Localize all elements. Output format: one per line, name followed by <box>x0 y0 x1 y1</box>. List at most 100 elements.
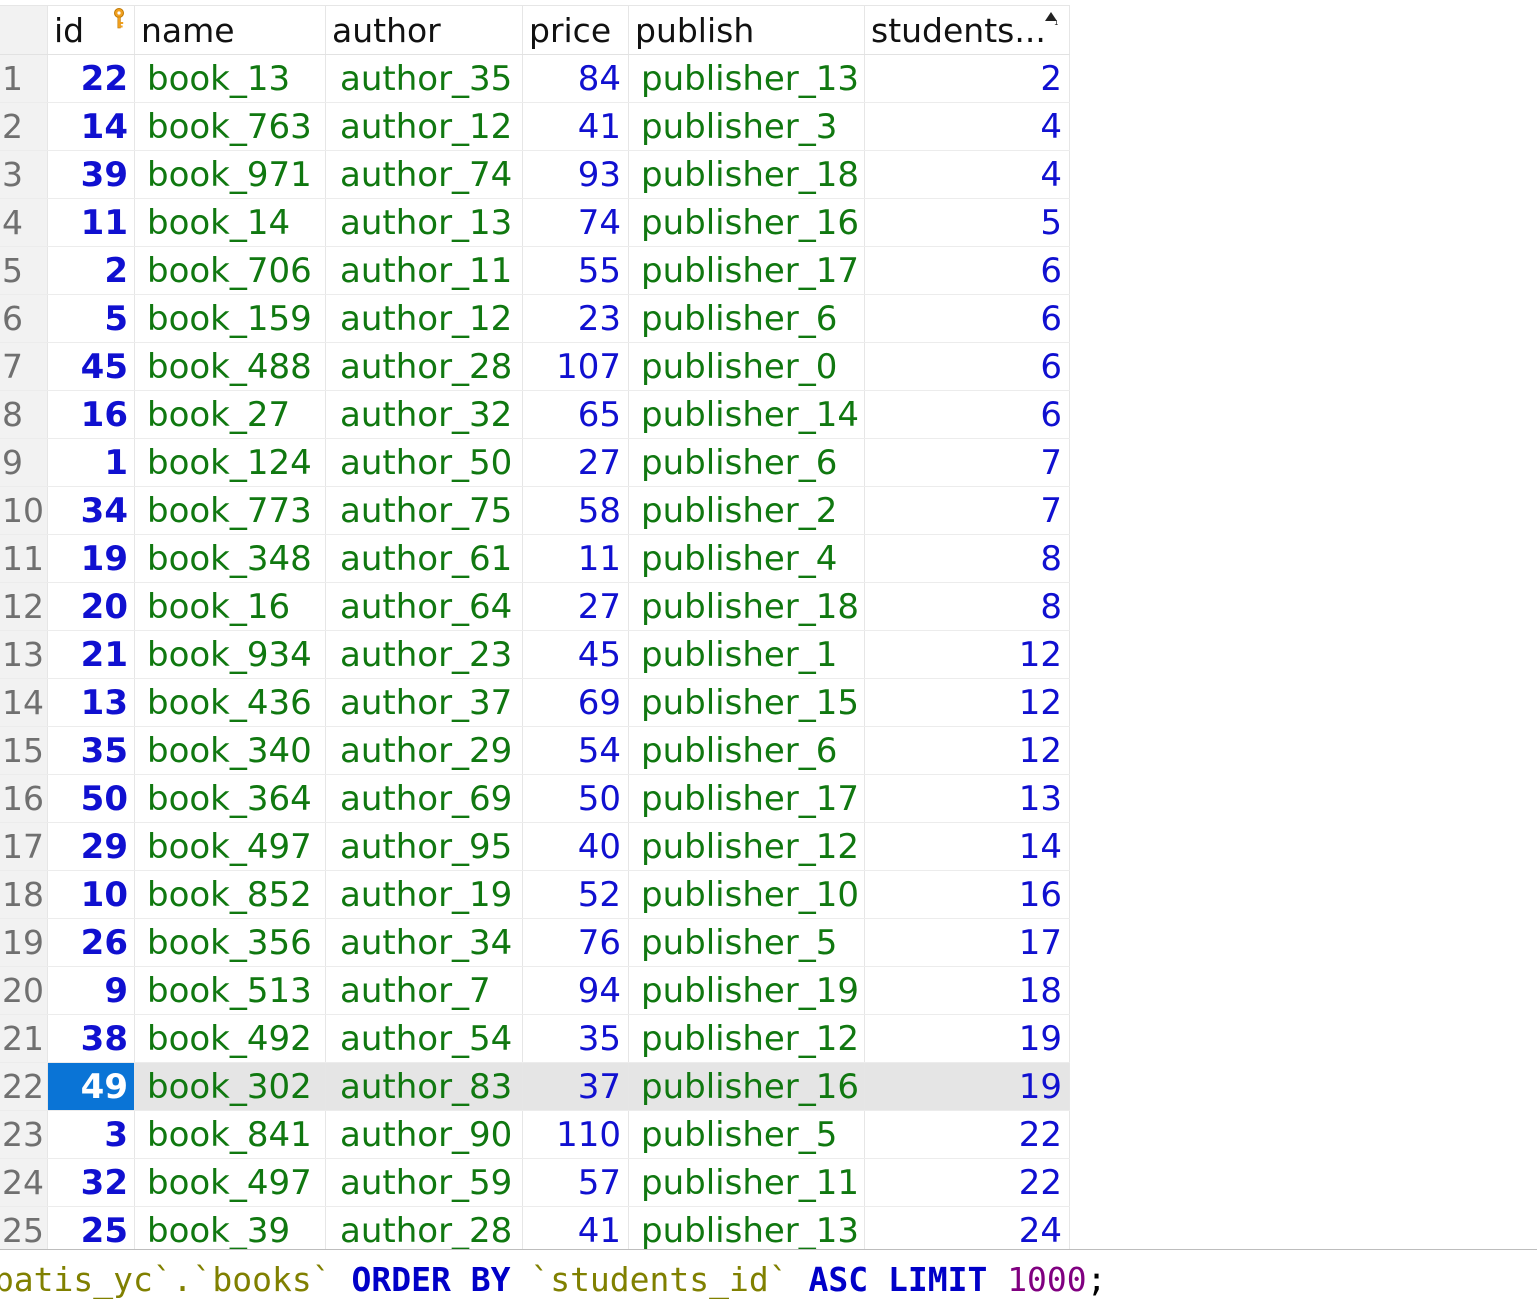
row-number[interactable]: 17 <box>0 823 48 870</box>
cell-price[interactable]: 45 <box>523 631 629 678</box>
cell-publish[interactable]: publisher_13 <box>629 55 865 102</box>
cell-id[interactable]: 38 <box>48 1015 135 1062</box>
cell-author[interactable]: author_83 <box>326 1063 523 1110</box>
cell-author[interactable]: author_95 <box>326 823 523 870</box>
row-number[interactable]: 24 <box>0 1159 48 1206</box>
sort-ascending-icon[interactable]: 1 <box>1043 10 1059 26</box>
cell-name[interactable]: book_124 <box>135 439 326 486</box>
row-number[interactable]: 4 <box>0 199 48 246</box>
cell-students[interactable]: 19 <box>865 1063 1070 1110</box>
cell-students[interactable]: 7 <box>865 439 1070 486</box>
cell-name[interactable]: book_934 <box>135 631 326 678</box>
table-row[interactable]: 17 29 book_497 author_95 40 publisher_12 14 <box>0 823 1070 871</box>
table-row[interactable]: 11 19 book_348 author_61 11 publisher_4 8 <box>0 535 1070 583</box>
cell-price[interactable]: 23 <box>523 295 629 342</box>
cell-author[interactable]: author_29 <box>326 727 523 774</box>
cell-name[interactable]: book_340 <box>135 727 326 774</box>
row-number[interactable]: 5 <box>0 247 48 294</box>
cell-name[interactable]: book_159 <box>135 295 326 342</box>
cell-id[interactable]: 39 <box>48 151 135 198</box>
cell-author[interactable]: author_75 <box>326 487 523 534</box>
table-row[interactable]: 1 22 book_13 author_35 84 publisher_13 2 <box>0 55 1070 103</box>
row-number[interactable]: 9 <box>0 439 48 486</box>
row-number-header[interactable] <box>0 6 48 54</box>
cell-publish[interactable]: publisher_18 <box>629 151 865 198</box>
cell-students[interactable]: 12 <box>865 631 1070 678</box>
table-row[interactable]: 16 50 book_364 author_69 50 publisher_17 13 <box>0 775 1070 823</box>
cell-author[interactable]: author_50 <box>326 439 523 486</box>
table-row[interactable]: 2 14 book_763 author_12 41 publisher_3 4 <box>0 103 1070 151</box>
cell-name[interactable]: book_706 <box>135 247 326 294</box>
cell-name[interactable]: book_356 <box>135 919 326 966</box>
column-header-id[interactable]: id <box>48 6 135 54</box>
cell-id[interactable]: 35 <box>48 727 135 774</box>
cell-price[interactable]: 84 <box>523 55 629 102</box>
table-row[interactable]: 3 39 book_971 author_74 93 publisher_18 4 <box>0 151 1070 199</box>
cell-author[interactable]: author_28 <box>326 1207 523 1254</box>
cell-publish[interactable]: publisher_10 <box>629 871 865 918</box>
cell-publish[interactable]: publisher_6 <box>629 727 865 774</box>
row-number[interactable]: 19 <box>0 919 48 966</box>
cell-price[interactable]: 27 <box>523 583 629 630</box>
cell-name[interactable]: book_436 <box>135 679 326 726</box>
row-number[interactable]: 20 <box>0 967 48 1014</box>
table-row[interactable]: 20 9 book_513 author_7 94 publisher_19 18 <box>0 967 1070 1015</box>
cell-id[interactable]: 21 <box>48 631 135 678</box>
cell-author[interactable]: author_19 <box>326 871 523 918</box>
cell-price[interactable]: 58 <box>523 487 629 534</box>
cell-author[interactable]: author_61 <box>326 535 523 582</box>
cell-publish[interactable]: publisher_12 <box>629 823 865 870</box>
row-number[interactable]: 3 <box>0 151 48 198</box>
cell-publish[interactable]: publisher_3 <box>629 103 865 150</box>
cell-price[interactable]: 40 <box>523 823 629 870</box>
cell-price[interactable]: 52 <box>523 871 629 918</box>
cell-id[interactable]: 50 <box>48 775 135 822</box>
cell-price[interactable]: 41 <box>523 103 629 150</box>
row-number[interactable]: 15 <box>0 727 48 774</box>
cell-publish[interactable]: publisher_0 <box>629 343 865 390</box>
cell-name[interactable]: book_763 <box>135 103 326 150</box>
row-number[interactable]: 18 <box>0 871 48 918</box>
cell-price[interactable]: 74 <box>523 199 629 246</box>
cell-name[interactable]: book_14 <box>135 199 326 246</box>
column-header-name[interactable]: name <box>135 6 326 54</box>
cell-author[interactable]: author_32 <box>326 391 523 438</box>
cell-id[interactable]: 13 <box>48 679 135 726</box>
cell-name[interactable]: book_852 <box>135 871 326 918</box>
cell-author[interactable]: author_28 <box>326 343 523 390</box>
cell-publish[interactable]: publisher_5 <box>629 919 865 966</box>
cell-publish[interactable]: publisher_14 <box>629 391 865 438</box>
cell-students[interactable]: 24 <box>865 1207 1070 1254</box>
cell-publish[interactable]: publisher_13 <box>629 1207 865 1254</box>
cell-id[interactable]: 45 <box>48 343 135 390</box>
cell-id[interactable]: 49 <box>48 1063 135 1110</box>
cell-publish[interactable]: publisher_18 <box>629 583 865 630</box>
cell-author[interactable]: author_59 <box>326 1159 523 1206</box>
cell-id[interactable]: 10 <box>48 871 135 918</box>
cell-author[interactable]: author_54 <box>326 1015 523 1062</box>
cell-students[interactable]: 19 <box>865 1015 1070 1062</box>
cell-id[interactable]: 1 <box>48 439 135 486</box>
cell-price[interactable]: 27 <box>523 439 629 486</box>
cell-price[interactable]: 35 <box>523 1015 629 1062</box>
cell-students[interactable]: 6 <box>865 343 1070 390</box>
table-row[interactable]: 9 1 book_124 author_50 27 publisher_6 7 <box>0 439 1070 487</box>
cell-price[interactable]: 76 <box>523 919 629 966</box>
cell-author[interactable]: author_34 <box>326 919 523 966</box>
cell-price[interactable]: 41 <box>523 1207 629 1254</box>
cell-id[interactable]: 14 <box>48 103 135 150</box>
cell-author[interactable]: author_74 <box>326 151 523 198</box>
table-row[interactable]: 8 16 book_27 author_32 65 publisher_14 6 <box>0 391 1070 439</box>
table-row[interactable]: 25 25 book_39 author_28 41 publisher_13 24 <box>0 1207 1070 1255</box>
cell-id[interactable]: 16 <box>48 391 135 438</box>
cell-name[interactable]: book_13 <box>135 55 326 102</box>
cell-price[interactable]: 11 <box>523 535 629 582</box>
table-row[interactable]: 7 45 book_488 author_28 107 publisher_0 6 <box>0 343 1070 391</box>
cell-students[interactable]: 8 <box>865 535 1070 582</box>
cell-name[interactable]: book_488 <box>135 343 326 390</box>
cell-author[interactable]: author_12 <box>326 103 523 150</box>
table-row[interactable]: 10 34 book_773 author_75 58 publisher_2 7 <box>0 487 1070 535</box>
cell-author[interactable]: author_64 <box>326 583 523 630</box>
cell-name[interactable]: book_27 <box>135 391 326 438</box>
column-header-students[interactable]: students... 1 <box>865 6 1070 54</box>
